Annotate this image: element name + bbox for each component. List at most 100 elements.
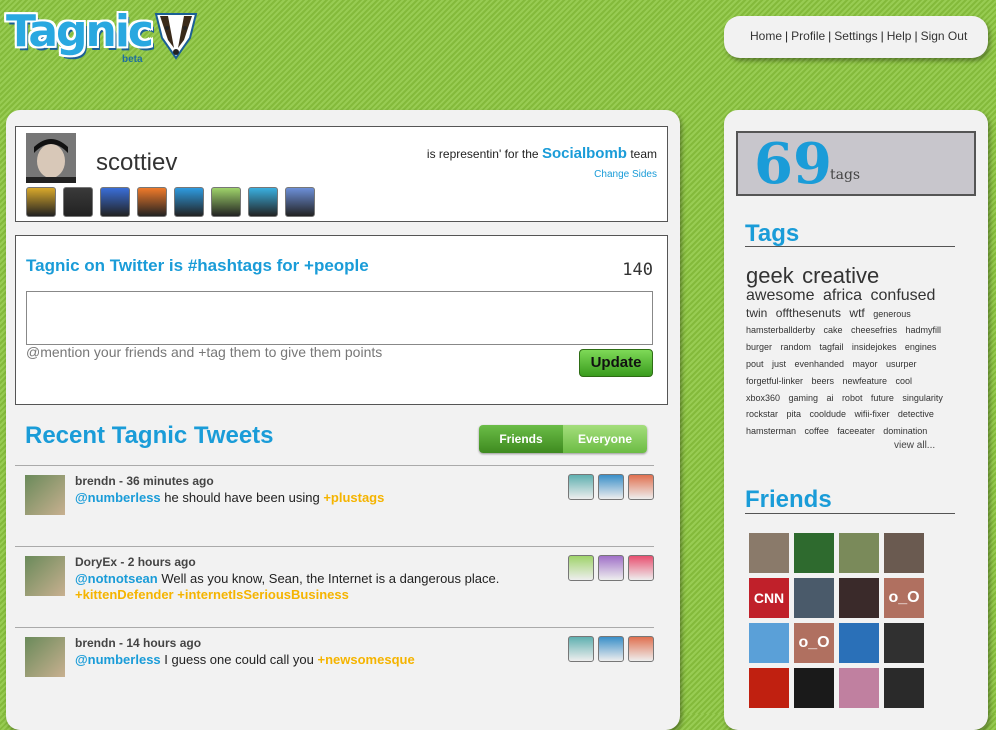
- cloud-tag[interactable]: mayor: [852, 359, 877, 369]
- cloud-tag[interactable]: cool: [895, 376, 912, 386]
- friend-avatar[interactable]: [884, 533, 924, 573]
- cloud-tag[interactable]: burger: [746, 342, 772, 352]
- friend-avatar[interactable]: [839, 668, 879, 708]
- friend-avatar[interactable]: [749, 533, 789, 573]
- achievement-badge-icon[interactable]: [285, 187, 315, 217]
- nav-profile[interactable]: Profile: [791, 29, 825, 43]
- friend-avatar[interactable]: [794, 533, 834, 573]
- username[interactable]: scottiev: [96, 149, 177, 177]
- cloud-tag[interactable]: coffee: [804, 426, 828, 434]
- tweet-badge-icon[interactable]: [568, 636, 594, 662]
- cloud-tag[interactable]: twin: [746, 306, 767, 320]
- friend-avatar[interactable]: o_O: [884, 578, 924, 618]
- achievement-badge-icon[interactable]: [174, 187, 204, 217]
- cloud-tag[interactable]: hamsterman: [746, 426, 796, 434]
- cloud-tag[interactable]: xbox360: [746, 393, 780, 403]
- cloud-tag[interactable]: future: [871, 393, 894, 403]
- tweet-mention[interactable]: @numberless: [75, 652, 161, 667]
- tweet-badge-icon[interactable]: [598, 555, 624, 581]
- tweet-badge-icon[interactable]: [628, 555, 654, 581]
- cloud-tag[interactable]: cheesefries: [851, 325, 897, 335]
- achievement-badge-icon[interactable]: [63, 187, 93, 217]
- cloud-tag[interactable]: confused: [871, 287, 936, 304]
- nav-home[interactable]: Home: [750, 29, 782, 43]
- achievement-badge-icon[interactable]: [137, 187, 167, 217]
- cloud-tag[interactable]: cake: [824, 325, 843, 335]
- cloud-tag[interactable]: rockstar: [746, 409, 778, 419]
- tweet-mention[interactable]: @numberless: [75, 490, 161, 505]
- cloud-tag[interactable]: tagfail: [819, 342, 843, 352]
- achievement-badge-icon[interactable]: [248, 187, 278, 217]
- tweet-badge-icon[interactable]: [568, 555, 594, 581]
- cloud-tag[interactable]: newfeature: [842, 376, 887, 386]
- friend-avatar[interactable]: [749, 623, 789, 663]
- cloud-tag[interactable]: just: [772, 359, 786, 369]
- cloud-tag[interactable]: robot: [842, 393, 863, 403]
- friend-avatar[interactable]: o_O: [794, 623, 834, 663]
- cloud-tag[interactable]: insidejokes: [852, 342, 897, 352]
- cloud-tag[interactable]: awesome: [746, 287, 814, 304]
- cloud-tag[interactable]: evenhanded: [794, 359, 844, 369]
- cloud-tag[interactable]: offthesenuts: [776, 306, 841, 320]
- change-sides-link[interactable]: Change Sides: [594, 169, 657, 180]
- tweet-author[interactable]: brendn: [75, 636, 116, 650]
- cloud-tag[interactable]: singularity: [902, 393, 943, 403]
- cloud-tag[interactable]: faceeater: [837, 426, 875, 434]
- cloud-tag[interactable]: ai: [826, 393, 833, 403]
- cloud-tag[interactable]: creative: [802, 264, 879, 288]
- cloud-tag[interactable]: beers: [811, 376, 834, 386]
- cloud-tag[interactable]: pout: [746, 359, 764, 369]
- friend-avatar[interactable]: [839, 578, 879, 618]
- friend-avatar[interactable]: [839, 533, 879, 573]
- friend-avatar[interactable]: [794, 668, 834, 708]
- tagnic-logo[interactable]: Tagnic beta: [6, 6, 206, 68]
- cloud-tag[interactable]: wifii-fixer: [854, 409, 889, 419]
- tweet-avatar[interactable]: [25, 475, 65, 515]
- friend-avatar[interactable]: [884, 668, 924, 708]
- toggle-friends[interactable]: Friends: [479, 425, 563, 453]
- toggle-everyone[interactable]: Everyone: [563, 425, 647, 453]
- tweet-mention[interactable]: @notnotsean: [75, 571, 158, 586]
- plus-tag[interactable]: +plustags: [323, 490, 384, 505]
- tweet-badge-icon[interactable]: [628, 636, 654, 662]
- cloud-tag[interactable]: domination: [883, 426, 927, 434]
- nav-settings[interactable]: Settings: [834, 29, 877, 43]
- nav-sign-out[interactable]: Sign Out: [921, 29, 968, 43]
- cloud-tag[interactable]: usurper: [886, 359, 917, 369]
- cloud-tag[interactable]: hamsterballderby: [746, 325, 815, 335]
- tweet-badge-icon[interactable]: [628, 474, 654, 500]
- cloud-tag[interactable]: hadmyfill: [905, 325, 941, 335]
- cloud-tag[interactable]: engines: [905, 342, 937, 352]
- tweet-badge-icon[interactable]: [568, 474, 594, 500]
- achievement-badge-icon[interactable]: [100, 187, 130, 217]
- cloud-tag[interactable]: wtf: [849, 306, 864, 320]
- team-name[interactable]: Socialbomb: [542, 145, 627, 162]
- nav-help[interactable]: Help: [887, 29, 912, 43]
- tweet-input[interactable]: [26, 291, 653, 345]
- tweet-avatar[interactable]: [25, 556, 65, 596]
- friend-avatar[interactable]: [884, 623, 924, 663]
- cloud-tag[interactable]: geek: [746, 264, 794, 288]
- plus-tag[interactable]: +internetIsSeriousBusiness: [177, 587, 349, 602]
- cloud-tag[interactable]: random: [780, 342, 811, 352]
- cloud-tag[interactable]: forgetful-linker: [746, 376, 803, 386]
- cloud-tag[interactable]: africa: [823, 287, 862, 304]
- achievement-badge-icon[interactable]: [26, 187, 56, 217]
- avatar[interactable]: [26, 133, 76, 183]
- cloud-tag[interactable]: detective: [898, 409, 934, 419]
- update-button[interactable]: Update: [579, 349, 653, 377]
- tweet-author[interactable]: brendn: [75, 474, 116, 488]
- friend-avatar[interactable]: [749, 668, 789, 708]
- achievement-badge-icon[interactable]: [211, 187, 241, 217]
- cloud-tag[interactable]: generous: [873, 309, 911, 319]
- cloud-tag[interactable]: gaming: [788, 393, 818, 403]
- cloud-tag[interactable]: cooldude: [809, 409, 846, 419]
- friend-avatar[interactable]: [839, 623, 879, 663]
- view-all-link[interactable]: view all...: [894, 440, 935, 451]
- plus-tag[interactable]: +kittenDefender: [75, 587, 174, 602]
- tweet-badge-icon[interactable]: [598, 474, 624, 500]
- friend-avatar[interactable]: [794, 578, 834, 618]
- tweet-author[interactable]: DoryEx: [75, 555, 117, 569]
- tweet-badge-icon[interactable]: [598, 636, 624, 662]
- tweet-avatar[interactable]: [25, 637, 65, 677]
